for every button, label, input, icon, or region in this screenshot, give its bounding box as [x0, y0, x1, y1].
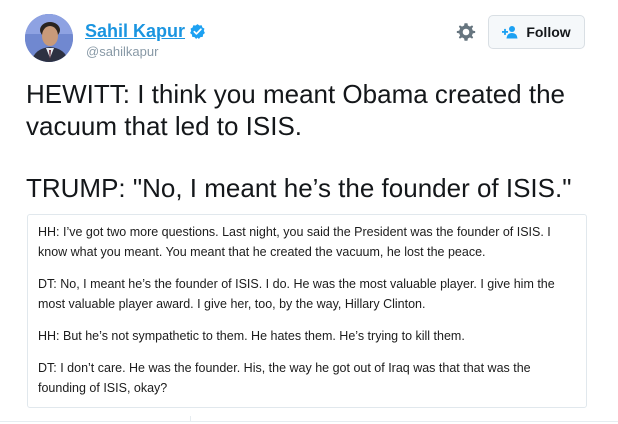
transcript-paragraph: HH: I’ve got two more questions. Last ni… — [38, 225, 551, 259]
author-name-row: Sahil Kapur — [85, 20, 206, 42]
divider-tick — [190, 416, 191, 422]
tweet-text-line-1: HEWITT: I think you meant Obama created … — [26, 79, 566, 141]
transcript-image[interactable]: HH: I’ve got two more questions. Last ni… — [27, 214, 587, 408]
tweet-text: HEWITT: I think you meant Obama created … — [26, 78, 606, 204]
divider — [0, 421, 618, 422]
transcript-paragraph: HH: But he’s not sympathetic to them. He… — [38, 329, 465, 343]
add-user-icon — [502, 25, 520, 39]
follow-label: Follow — [526, 24, 571, 40]
tweet-card: Sahil Kapur @sahilkapur Follow HEWITT: I… — [0, 0, 618, 424]
transcript-paragraph: DT: I don’t care. He was the founder. Hi… — [38, 361, 531, 395]
follow-button[interactable]: Follow — [488, 15, 585, 49]
avatar[interactable] — [25, 14, 73, 62]
avatar-image — [25, 14, 73, 62]
transcript-paragraph: DT: No, I meant he’s the founder of ISIS… — [38, 277, 555, 311]
author-name[interactable]: Sahil Kapur — [85, 20, 185, 42]
verified-badge-icon — [189, 23, 206, 40]
tweet-text-line-2: TRUMP: "No, I meant he’s the founder of … — [26, 173, 572, 203]
gear-icon[interactable] — [455, 21, 477, 43]
author-handle[interactable]: @sahilkapur — [86, 44, 158, 60]
